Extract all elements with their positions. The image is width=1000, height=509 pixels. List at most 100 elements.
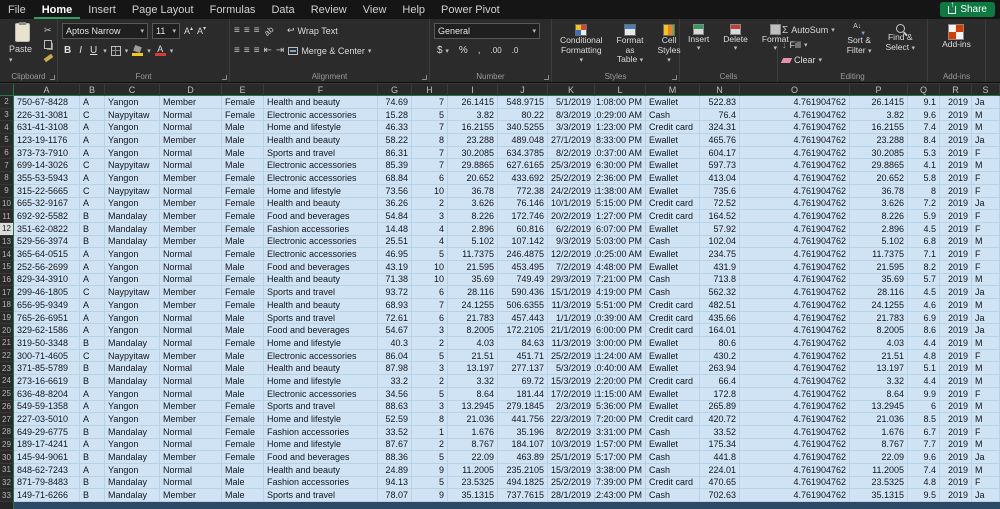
cell[interactable]: B [80, 337, 105, 350]
cell[interactable]: 8 [908, 184, 940, 198]
cell[interactable]: 35.196 [498, 425, 548, 439]
cell[interactable]: 4.761904762 [740, 134, 850, 147]
cell[interactable]: 164.52 [700, 210, 740, 223]
cell[interactable]: Ja [972, 286, 1000, 299]
cell[interactable]: 15/1/2019 [548, 286, 595, 299]
row-header-32[interactable]: 32 [0, 476, 14, 490]
cell[interactable]: 8.767 [850, 438, 908, 452]
cell[interactable]: 636-48-8204 [14, 387, 80, 401]
cell[interactable]: 25/1/2019 [548, 451, 595, 464]
cell[interactable]: Cash [646, 273, 700, 287]
cell[interactable]: Ja [972, 96, 1000, 109]
cell[interactable]: 848-62-7243 [14, 463, 80, 477]
cell[interactable]: 2019 [940, 324, 972, 338]
cell[interactable]: 8:33:00 PM [595, 134, 646, 147]
cell[interactable]: 470.65 [700, 476, 740, 490]
cell[interactable]: 3.626 [448, 197, 498, 211]
share-button[interactable]: Share [940, 0, 995, 17]
cell[interactable]: Naypyitaw [105, 108, 160, 122]
cell[interactable]: 1:08:00 PM [595, 96, 646, 109]
cell[interactable]: 6.8 [908, 235, 940, 249]
cell[interactable]: 631-41-3108 [14, 121, 80, 135]
cell[interactable]: 749.49 [498, 273, 548, 287]
cell[interactable]: Sports and travel [264, 286, 378, 299]
cell[interactable]: 2019 [940, 286, 972, 299]
row-header-33[interactable]: 33 [0, 489, 14, 502]
cell[interactable]: 413.04 [700, 172, 740, 185]
cell[interactable]: 7 [412, 146, 448, 160]
format-as-table-button[interactable]: Format as Table [613, 24, 648, 65]
cell[interactable]: 737.7615 [498, 489, 548, 502]
column-header-E[interactable]: E [222, 84, 264, 96]
cell[interactable]: 11.7375 [448, 248, 498, 261]
cell[interactable]: 9.9 [908, 387, 940, 401]
cell[interactable]: 463.89 [498, 451, 548, 464]
cell[interactable]: 88.63 [378, 400, 412, 414]
cell[interactable]: F [972, 210, 1000, 223]
bold-button[interactable]: B [62, 43, 73, 59]
cell[interactable]: 7.4 [908, 463, 940, 477]
menu-tab-power-pivot[interactable]: Power Pivot [433, 0, 508, 19]
fill-button[interactable]: ↓ Fill [782, 38, 835, 52]
cell[interactable]: Yangon [105, 260, 160, 274]
cell[interactable]: 4.761904762 [740, 451, 850, 464]
row-header-22[interactable]: 22 [0, 349, 14, 363]
cell[interactable]: 2019 [940, 451, 972, 464]
cell[interactable]: 184.107 [498, 438, 548, 452]
cell[interactable]: Naypyitaw [105, 159, 160, 173]
cell[interactable]: 5 [412, 248, 448, 261]
cell[interactable]: Female [222, 96, 264, 109]
dialog-launcher-icon[interactable] [50, 75, 55, 80]
currency-button[interactable]: $ [434, 45, 452, 56]
borders-button[interactable] [110, 45, 121, 56]
autosum-button[interactable]: Σ AutoSum [782, 23, 835, 37]
cell[interactable]: B [80, 489, 105, 502]
cell[interactable]: F [972, 425, 1000, 439]
cell[interactable]: 60.816 [498, 222, 548, 236]
row-header-26[interactable]: 26 [0, 400, 14, 414]
cell[interactable]: 433.692 [498, 172, 548, 185]
cell[interactable]: 4.761904762 [740, 425, 850, 439]
cell[interactable]: 2019 [940, 337, 972, 350]
cell[interactable]: 529-56-3974 [14, 235, 80, 249]
cell[interactable]: 24.1255 [850, 299, 908, 312]
cell[interactable]: 299-46-1805 [14, 286, 80, 299]
cell[interactable]: 7.1 [908, 248, 940, 261]
dialog-launcher-icon[interactable] [672, 75, 677, 80]
menu-tab-review[interactable]: Review [303, 0, 355, 19]
cell[interactable]: 23.288 [850, 134, 908, 147]
cell[interactable]: 4.761904762 [740, 121, 850, 135]
cell[interactable]: 21/1/2019 [548, 324, 595, 338]
shrink-font-button[interactable]: A▾ [197, 25, 206, 36]
cell[interactable]: 28.116 [850, 286, 908, 299]
cell[interactable]: 21.51 [448, 349, 498, 363]
cell[interactable]: Male [222, 362, 264, 376]
cell[interactable]: 562.32 [700, 286, 740, 299]
cell[interactable]: Sports and travel [264, 311, 378, 325]
align-top-button[interactable]: ≡ [234, 25, 240, 36]
cell[interactable]: 107.142 [498, 235, 548, 249]
cell[interactable]: 4.4 [908, 337, 940, 350]
cell[interactable]: Food and beverages [264, 451, 378, 464]
cell[interactable]: 87.98 [378, 362, 412, 376]
cell[interactable]: 25/3/2019 [548, 159, 595, 173]
cell[interactable]: 172.8 [700, 387, 740, 401]
cell[interactable]: Health and beauty [264, 463, 378, 477]
align-right-button[interactable]: ≡ [254, 45, 260, 56]
cell[interactable]: Normal [160, 476, 222, 490]
cell[interactable]: A [80, 299, 105, 312]
cell[interactable]: Member [160, 349, 222, 363]
cell[interactable]: 29.8865 [448, 159, 498, 173]
cell[interactable]: 20.652 [850, 172, 908, 185]
cell[interactable]: 2019 [940, 349, 972, 363]
cell[interactable]: 431.9 [700, 260, 740, 274]
cell[interactable]: Normal [160, 463, 222, 477]
cell[interactable]: 315-22-5665 [14, 184, 80, 198]
cell[interactable]: Electronic accessories [264, 235, 378, 249]
cell[interactable]: 4.761904762 [740, 260, 850, 274]
cell[interactable]: 73.56 [378, 184, 412, 198]
cell[interactable]: 5.102 [850, 235, 908, 249]
row-header-27[interactable]: 27 [0, 413, 14, 426]
dialog-launcher-icon[interactable] [544, 75, 549, 80]
cell[interactable]: 4.1 [908, 159, 940, 173]
